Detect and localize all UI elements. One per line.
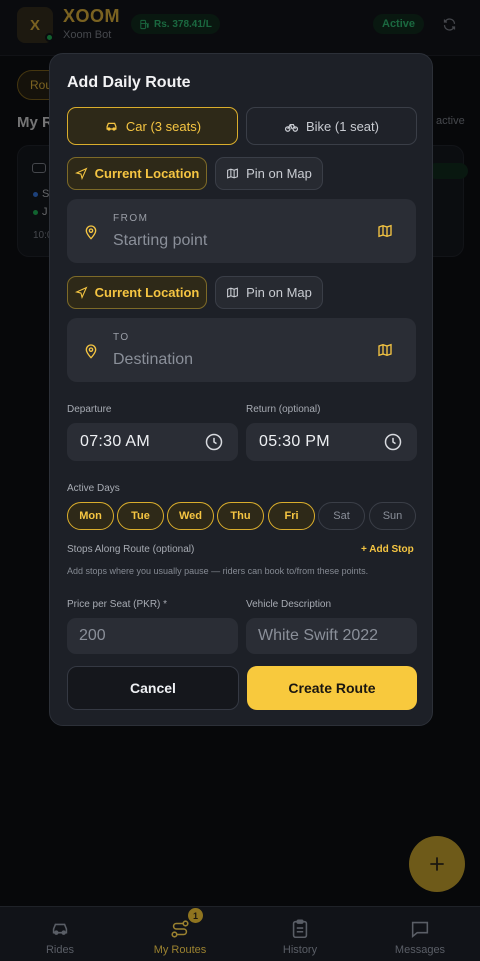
clock-icon [384,433,402,451]
return-label: Return (optional) [246,404,321,415]
to-current-location-button[interactable]: Current Location [67,276,207,309]
plus-icon [430,857,444,871]
vehicle-description-placeholder: White Swift 2022 [258,627,379,644]
vehicle-description-input[interactable]: White Swift 2022 [246,618,417,654]
nav-rides[interactable]: Rides [0,907,120,961]
location-pin-icon [85,344,97,359]
dialog-title: Add Daily Route [67,74,191,91]
nav-messages[interactable]: Messages [360,907,480,961]
price-input[interactable]: 200 [67,618,238,654]
location-pin-icon [85,225,97,240]
departure-time-value: 07:30 AM [80,433,151,450]
nav-history[interactable]: History [240,907,360,961]
day-tue[interactable]: Tue [117,502,164,530]
to-pin-on-map-button[interactable]: Pin on Map [215,276,323,309]
navigation-arrow-icon [74,167,88,180]
add-route-dialog: Add Daily Route Car (3 seats) Bike (1 se… [49,53,433,726]
vehicle-option-bike[interactable]: Bike (1 seat) [246,107,417,145]
day-sat[interactable]: Sat [318,502,365,530]
to-label: TO [113,332,130,343]
active-days-label: Active Days [67,483,120,494]
map-icon[interactable] [377,342,393,358]
map-icon [227,168,239,179]
nav-rides-label: Rides [45,944,75,956]
to-address-field[interactable]: TO Destination [67,318,416,382]
day-thu[interactable]: Thu [217,502,264,530]
vehicle-option-car-label: Car (3 seats) [125,118,202,134]
clock-icon [205,433,223,451]
departure-label: Departure [67,404,112,415]
add-route-fab[interactable] [409,836,465,892]
vehicle-option-bike-label: Bike (1 seat) [306,118,379,134]
from-placeholder: Starting point [113,232,208,249]
departure-time-input[interactable]: 07:30 AM [67,423,238,461]
navigation-arrow-icon [74,286,88,299]
clipboard-icon [289,918,311,940]
from-address-field[interactable]: FROM Starting point [67,199,416,263]
vehicle-option-car[interactable]: Car (3 seats) [67,107,238,145]
map-icon[interactable] [377,223,393,239]
from-current-location-button[interactable]: Current Location [67,157,207,190]
day-mon[interactable]: Mon [67,502,114,530]
create-route-button[interactable]: Create Route [247,666,417,710]
nav-my-routes[interactable]: My Routes 1 [120,907,240,961]
route-icon [169,918,191,940]
nav-my-routes-label: My Routes [153,944,207,956]
message-icon [409,918,431,940]
day-sun[interactable]: Sun [369,502,416,530]
bottom-nav: Rides My Routes 1 History Messages [0,906,480,961]
from-pin-on-map-button[interactable]: Pin on Map [215,157,323,190]
car-icon [49,918,71,940]
price-label: Price per Seat (PKR) * [67,599,168,610]
from-pin-on-map-label: Pin on Map [246,166,312,181]
cancel-button[interactable]: Cancel [67,666,239,710]
car-icon [106,122,117,131]
bike-icon [284,123,299,132]
stops-hint: Add stops where you usually pause — ride… [67,566,369,576]
from-label: FROM [113,213,149,224]
nav-history-label: History [282,944,318,956]
day-wed[interactable]: Wed [167,502,214,530]
price-placeholder: 200 [79,627,106,644]
vehicle-description-label: Vehicle Description [246,599,332,610]
from-current-location-label: Current Location [94,166,200,181]
to-pin-on-map-label: Pin on Map [246,285,312,300]
to-current-location-label: Current Location [94,285,200,300]
routes-count-badge: 1 [188,908,203,923]
add-stop-button[interactable]: + Add Stop [361,544,414,555]
nav-messages-label: Messages [394,944,446,956]
to-placeholder: Destination [113,351,194,368]
stops-label: Stops Along Route (optional) [67,544,195,555]
return-time-input[interactable]: 05:30 PM [246,423,417,461]
return-time-value: 05:30 PM [259,433,330,450]
day-fri[interactable]: Fri [268,502,315,530]
map-icon [227,287,239,298]
